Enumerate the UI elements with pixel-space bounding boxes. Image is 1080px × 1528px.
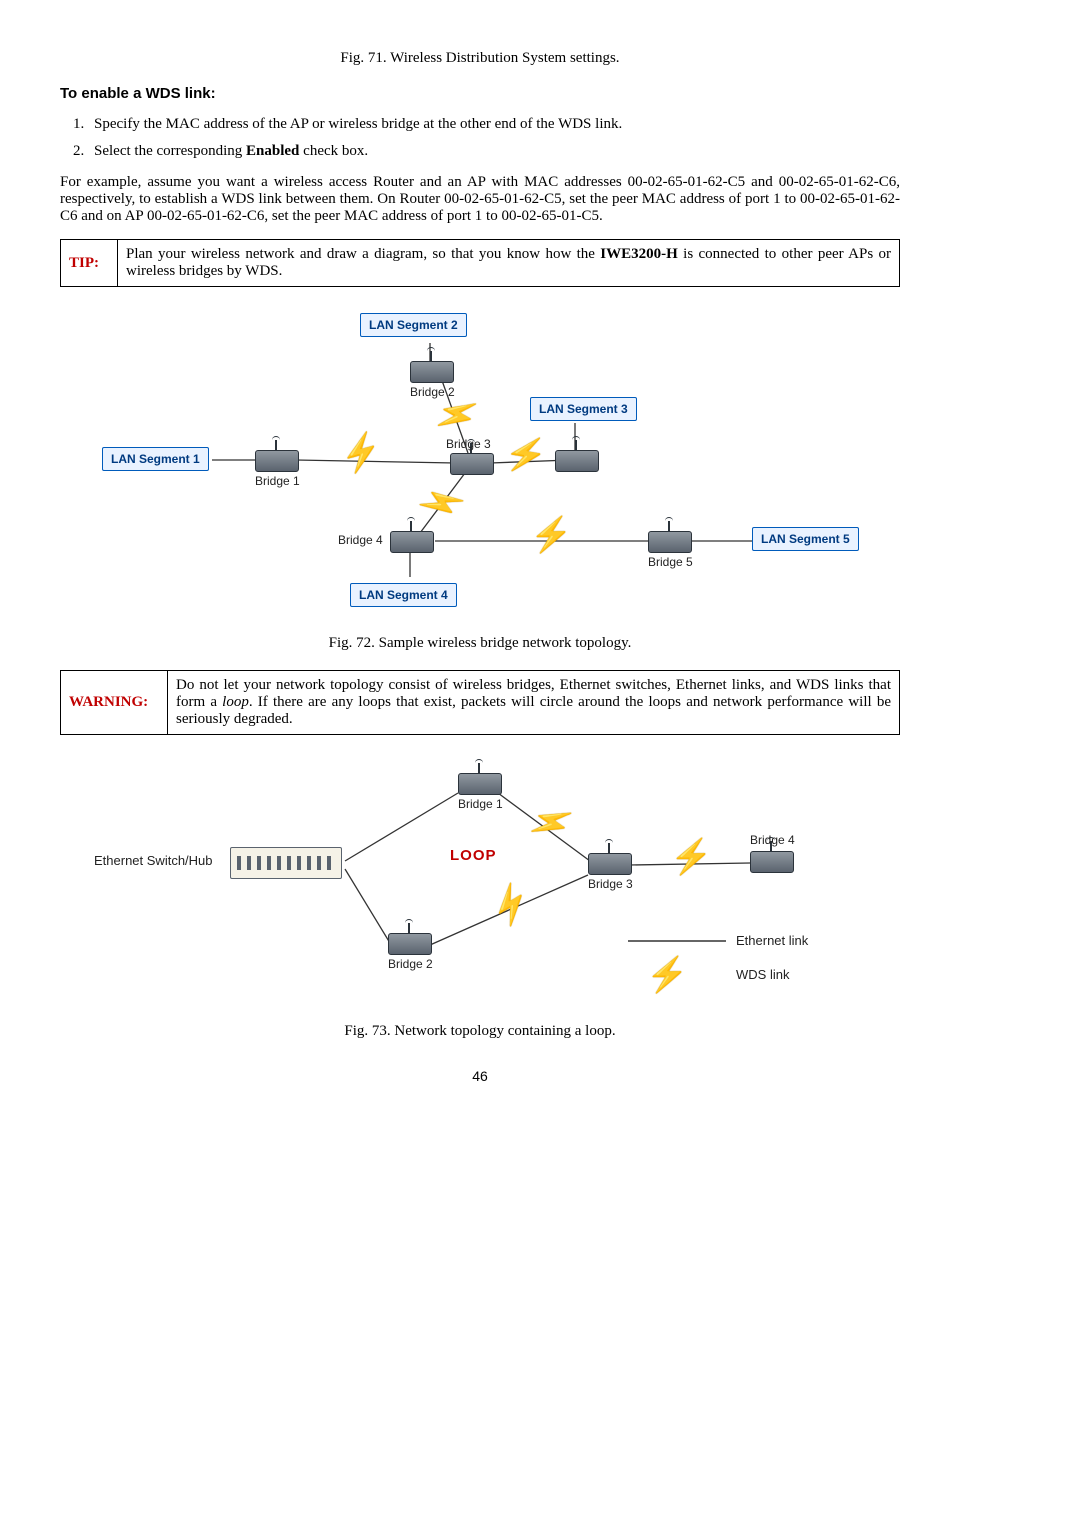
hub-label: Ethernet Switch/Hub [94, 853, 213, 868]
warning-box: WARNING: Do not let your network topolog… [60, 670, 900, 735]
warning-text: Do not let your network topology consist… [168, 671, 900, 735]
figure-caption-71: Fig. 71. Wireless Distribution System se… [60, 50, 900, 67]
example-paragraph: For example, assume you want a wireless … [60, 174, 900, 225]
tip-bold: IWE3200-H [600, 246, 678, 262]
steps-list: Specify the MAC address of the AP or wir… [60, 116, 900, 160]
lan-segment-1: LAN Segment 1 [102, 447, 209, 471]
bridge-3-label: Bridge 3 [446, 437, 491, 451]
step-2-pre: Select the corresponding [94, 143, 246, 159]
bridge-1-label-d2: Bridge 1 [458, 797, 503, 811]
lightning-icon: ⚡ [502, 432, 551, 479]
page-number: 46 [60, 1068, 900, 1084]
bridge-4-icon [390, 531, 432, 551]
bridge-3-icon-d2 [588, 853, 630, 873]
loop-diagram: Ethernet Switch/Hub Bridge 1 Bridge 3 Br… [90, 753, 870, 1013]
figure-caption-73: Fig. 73. Network topology containing a l… [60, 1023, 900, 1040]
step-2-bold: Enabled [246, 143, 299, 159]
warning-label: WARNING: [61, 671, 168, 735]
bridge-1-icon-d2 [458, 773, 500, 793]
lan-segment-2: LAN Segment 2 [360, 313, 467, 337]
lightning-icon: ⚡ [670, 837, 712, 877]
warning-post: . If there are any loops that exist, pac… [176, 694, 891, 727]
bridge-2-icon-d2 [388, 933, 430, 953]
bridge-4-label: Bridge 4 [338, 533, 383, 547]
bridge-1-label: Bridge 1 [255, 474, 300, 488]
bridge-2-label-d2: Bridge 2 [388, 957, 433, 971]
bridge-4-label-d2: Bridge 4 [750, 833, 795, 847]
lightning-icon: ⚡ [646, 955, 688, 995]
lan-segment-4: LAN Segment 4 [350, 583, 457, 607]
topology-diagram: LAN Segment 2 Bridge 2 LAN Segment 3 LAN… [100, 305, 860, 625]
step-2: Select the corresponding Enabled check b… [88, 143, 900, 160]
bridge-3-icon [450, 453, 492, 473]
bridge-5-label: Bridge 5 [648, 555, 693, 569]
bridge-4-icon-d2 [750, 851, 792, 871]
bridge-1-icon [255, 450, 297, 470]
wds-link-label: WDS link [736, 967, 789, 982]
tip-box: TIP: Plan your wireless network and draw… [60, 239, 900, 287]
tip-label: TIP: [61, 240, 118, 287]
hub-icon [230, 847, 342, 879]
warning-ital: loop [222, 694, 249, 710]
bridge-5-icon [648, 531, 690, 551]
lightning-icon: ⚡ [530, 515, 572, 555]
lan-segment-3: LAN Segment 3 [530, 397, 637, 421]
tip-pre: Plan your wireless network and draw a di… [126, 246, 600, 262]
loop-label: LOOP [450, 847, 497, 864]
step-1: Specify the MAC address of the AP or wir… [88, 116, 900, 133]
figure-caption-72: Fig. 72. Sample wireless bridge network … [60, 635, 900, 652]
section-heading: To enable a WDS link: [60, 85, 900, 102]
bridge-2-icon [410, 361, 452, 381]
lan-segment-5: LAN Segment 5 [752, 527, 859, 551]
step-2-post: check box. [299, 143, 368, 159]
tip-text: Plan your wireless network and draw a di… [118, 240, 900, 287]
bridge-3-label-d2: Bridge 3 [588, 877, 633, 891]
seg3-bridge-icon [555, 450, 597, 470]
ethernet-link-label: Ethernet link [736, 933, 808, 948]
